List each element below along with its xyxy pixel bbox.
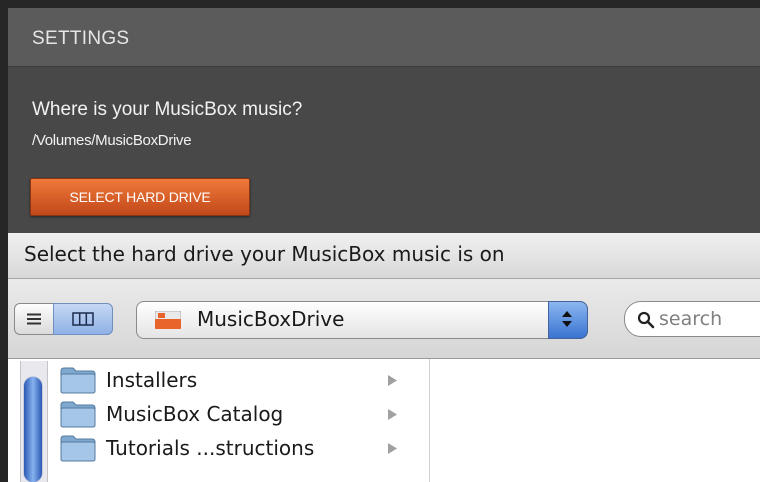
search-icon (637, 311, 655, 329)
hard-drive-icon (155, 311, 181, 329)
search-field[interactable]: search (624, 301, 760, 337)
disclosure-arrow-icon (388, 375, 397, 386)
list-view-button[interactable] (14, 303, 53, 335)
folder-icon (60, 401, 96, 428)
up-down-arrows-icon (562, 311, 572, 327)
music-location-question: Where is your MusicBox music? (32, 99, 303, 120)
list-item-label: Tutorials ...structions (106, 436, 315, 460)
browser-column: Installers MusicBox Catalog Tutorials ..… (54, 359, 430, 482)
scrollbar-thumb[interactable] (24, 377, 42, 482)
list-item-label: MusicBox Catalog (106, 402, 284, 426)
dialog-title-bar: Select the hard drive your MusicBox musi… (8, 233, 760, 279)
popup-stepper[interactable] (548, 301, 588, 339)
column-view-button[interactable] (53, 303, 113, 335)
list-item[interactable]: Tutorials ...structions (54, 431, 429, 465)
list-item[interactable]: MusicBox Catalog (54, 397, 429, 431)
file-browser: Installers MusicBox Catalog Tutorials ..… (8, 359, 760, 482)
search-placeholder: search (659, 308, 723, 330)
disclosure-arrow-icon (388, 443, 397, 454)
list-item[interactable]: Installers (54, 363, 429, 397)
disclosure-arrow-icon (388, 409, 397, 420)
list-item-label: Installers (106, 368, 198, 392)
settings-header: SETTINGS (8, 8, 760, 67)
folder-icon (60, 435, 96, 462)
select-hard-drive-button[interactable]: SELECT HARD DRIVE (30, 178, 250, 216)
settings-panel: Where is your MusicBox music? /Volumes/M… (8, 67, 760, 233)
column-view-icon (72, 312, 94, 326)
settings-title: SETTINGS (32, 28, 130, 49)
dialog-title: Select the hard drive your MusicBox musi… (24, 242, 505, 266)
location-popup-label: MusicBoxDrive (197, 307, 345, 331)
app-frame: SETTINGS Where is your MusicBox music? /… (8, 8, 760, 482)
dialog-toolbar: MusicBoxDrive search (8, 279, 760, 359)
location-popup[interactable]: MusicBoxDrive (136, 301, 588, 339)
music-path: /Volumes/MusicBoxDrive (32, 132, 192, 149)
folder-icon (60, 367, 96, 394)
list-view-icon (27, 313, 41, 325)
file-chooser-dialog: Select the hard drive your MusicBox musi… (8, 233, 760, 482)
